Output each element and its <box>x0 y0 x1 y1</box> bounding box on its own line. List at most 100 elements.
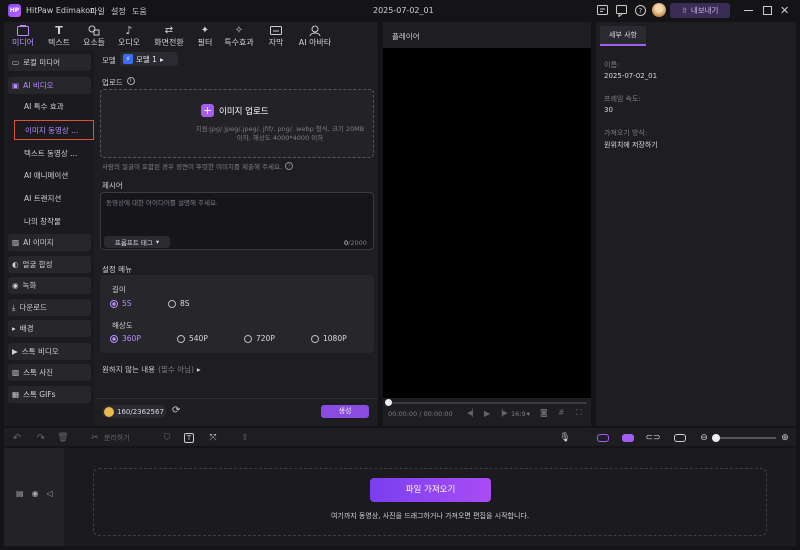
resolution-option-1080p[interactable]: 1080P <box>311 334 347 343</box>
plus-icon: + <box>201 104 214 117</box>
help-icon[interactable]: ? <box>634 4 647 17</box>
prompt-input[interactable]: 동영상에 대한 아이디어를 설명해 주세요. <box>106 197 218 207</box>
tab-ai-avatar[interactable]: AI 아바타 <box>293 22 337 49</box>
zoom-out-icon[interactable]: ⊖ <box>697 432 711 444</box>
feedback-icon[interactable] <box>596 4 609 17</box>
info-icon: i <box>285 162 294 170</box>
sidebar-item-local-media[interactable]: ▭ 로컬 미디어 <box>8 54 91 71</box>
tab-details[interactable]: 세부 사항 <box>600 26 646 46</box>
upload-image-button[interactable]: + 이미지 업로드 <box>201 104 269 117</box>
split-icon[interactable]: ✂ <box>88 432 102 444</box>
chain-icon[interactable]: ⊂⊃ <box>645 432 660 444</box>
delete-icon[interactable]: 🗑 <box>56 432 70 444</box>
track-icons[interactable]: ▤ ◉ ◁ <box>16 489 53 498</box>
magnet-icon[interactable] <box>596 432 610 444</box>
text-box-icon[interactable]: T <box>182 432 196 444</box>
sidebar-sub-my-creations[interactable]: 나의 창작물 <box>14 213 94 230</box>
caret-right-icon: ▸ <box>159 54 164 64</box>
sidebar-item-background[interactable]: ▸ 배경 <box>8 320 91 337</box>
tab-audio[interactable]: ♪ 오디오 <box>110 22 148 49</box>
prompt-tag-dropdown[interactable]: 프롬프트 태그 ▾ <box>104 236 170 248</box>
zoom-slider-handle[interactable] <box>712 434 720 442</box>
sidebar-item-face-swap[interactable]: ◐ 얼굴 합성 <box>8 256 91 273</box>
length-label: 길이 <box>112 285 126 294</box>
menu-file[interactable]: 파일 <box>90 6 105 17</box>
sidebar-item-download[interactable]: ⤓ 다운로드 <box>8 299 91 316</box>
length-option-5s[interactable]: 5S <box>110 299 132 308</box>
svg-text:?: ? <box>639 7 643 15</box>
app-logo: HP <box>8 4 21 17</box>
sidebar-sub-ai-transition[interactable]: AI 트랜지션 <box>14 190 94 207</box>
generate-button[interactable]: 생성 <box>321 405 369 418</box>
tab-filter[interactable]: ✦ 필터 <box>186 22 224 49</box>
sidebar-item-ai-image[interactable]: ▨ AI 이미지 <box>8 234 91 251</box>
undo-icon[interactable]: ↶ <box>10 432 24 444</box>
sidebar-sub-image-to-video[interactable]: 이미지 동영상 ... <box>14 120 94 140</box>
split-label[interactable]: 분리하기 <box>104 433 130 443</box>
export-frame-icon[interactable]: ⇧ <box>238 432 252 444</box>
time-display: 00:00:00 / 00:00:00 <box>388 410 453 418</box>
menu-settings[interactable]: 설정 <box>111 6 126 17</box>
upload-hint: 지원:jpg/.jpeg/.jpeg/. jfif/. png/. webp 형… <box>195 125 365 142</box>
tab-transition[interactable]: ⇄ 화면전환 <box>150 22 188 49</box>
effects-icon: ✧ <box>234 25 244 36</box>
crop-icon[interactable]: ⤧ <box>206 432 220 444</box>
tab-media[interactable]: 미디어 <box>4 22 42 49</box>
sidebar-sub-ai-animation[interactable]: AI 애니메이션 <box>14 167 94 184</box>
title-bar: HP HitPaw Edimakor 파일 설정 도움 2025-07-02_0… <box>0 0 800 22</box>
tab-text[interactable]: T 텍스트 <box>40 22 78 49</box>
play-icon[interactable]: ▶ <box>484 409 490 418</box>
upload-label: 업로드 i <box>102 77 135 88</box>
sidebar-item-record[interactable]: ◉ 녹화 <box>8 277 91 294</box>
image-icon: ▨ <box>12 238 20 247</box>
model-selector[interactable]: ⚡ 모델 1 ▸ <box>120 52 178 66</box>
fit-icon[interactable] <box>673 432 687 444</box>
prev-frame-icon[interactable]: ◀▏ <box>467 409 478 417</box>
grid-icon[interactable]: # <box>558 408 565 417</box>
maximize-button[interactable] <box>763 6 772 15</box>
sidebar-sub-ai-effects[interactable]: AI 특수 효과 <box>14 98 94 115</box>
tab-effects[interactable]: ✧ 특수효과 <box>220 22 258 49</box>
refresh-icon[interactable]: ⟳ <box>172 405 180 416</box>
sidebar-item-stock-gifs[interactable]: ▦ 스톡 GIFs <box>8 386 91 403</box>
lightning-icon: ⚡ <box>123 54 133 64</box>
sidebar-item-stock-video[interactable]: ▶ 스톡 비디오 <box>8 343 91 360</box>
resolution-option-540p[interactable]: 540P <box>177 334 208 343</box>
export-button[interactable]: ⇧ 내보내기 <box>670 3 730 18</box>
message-icon[interactable] <box>615 4 628 17</box>
next-frame-icon[interactable]: ▕▶ <box>497 409 508 417</box>
sidebar-sub-text-to-video[interactable]: 텍스트 동영상 ... <box>14 145 94 162</box>
tab-subtitle[interactable]: 자막 <box>257 22 295 49</box>
resolution-option-720p[interactable]: 720P <box>244 334 275 343</box>
import-file-button[interactable]: 파일 가져오기 <box>370 478 491 502</box>
upload-dropzone[interactable] <box>100 89 374 158</box>
sidebar-item-ai-video[interactable]: ▣ AI 비디오 <box>8 77 91 94</box>
redo-icon[interactable]: ↷ <box>34 432 48 444</box>
music-icon: ♪ <box>125 24 133 37</box>
menu-help[interactable]: 도움 <box>132 6 147 17</box>
resolution-option-360p[interactable]: 360P <box>110 334 141 343</box>
close-icon[interactable]: ✕ <box>780 4 789 17</box>
avatar[interactable] <box>652 3 666 17</box>
zoom-in-icon[interactable]: ⊕ <box>778 432 792 444</box>
transition-icon: ⇄ <box>164 25 174 36</box>
char-counter: 0/2000 <box>344 239 367 247</box>
length-option-8s[interactable]: 8S <box>168 299 190 308</box>
microphone-icon[interactable]: 🎙 <box>558 432 572 444</box>
shield-icon[interactable]: ⛉ <box>160 432 174 444</box>
zoom-slider-track[interactable] <box>716 437 776 439</box>
playhead-track[interactable] <box>388 402 587 404</box>
prompt-label: 제시어 <box>102 181 123 190</box>
import-mode-value: 원위치에 저장하기 <box>604 141 658 149</box>
fps-value: 30 <box>604 106 613 114</box>
snapshot-icon[interactable]: ◙ <box>540 408 548 417</box>
minimize-button[interactable] <box>744 10 753 11</box>
fullscreen-icon[interactable]: ⛶ <box>576 408 582 418</box>
link-icon[interactable] <box>621 432 635 444</box>
photo-icon: ▨ <box>12 368 20 377</box>
tab-elements[interactable]: 요소들 <box>75 22 113 49</box>
sidebar-item-stock-photo[interactable]: ▨ 스톡 사진 <box>8 364 91 381</box>
negative-prompt-toggle[interactable]: 원하지 않는 내용 (필수 아님) ▸ <box>102 364 201 375</box>
aspect-ratio-selector[interactable]: 16:9 ▾ <box>511 410 530 418</box>
playhead-handle[interactable] <box>385 399 392 406</box>
